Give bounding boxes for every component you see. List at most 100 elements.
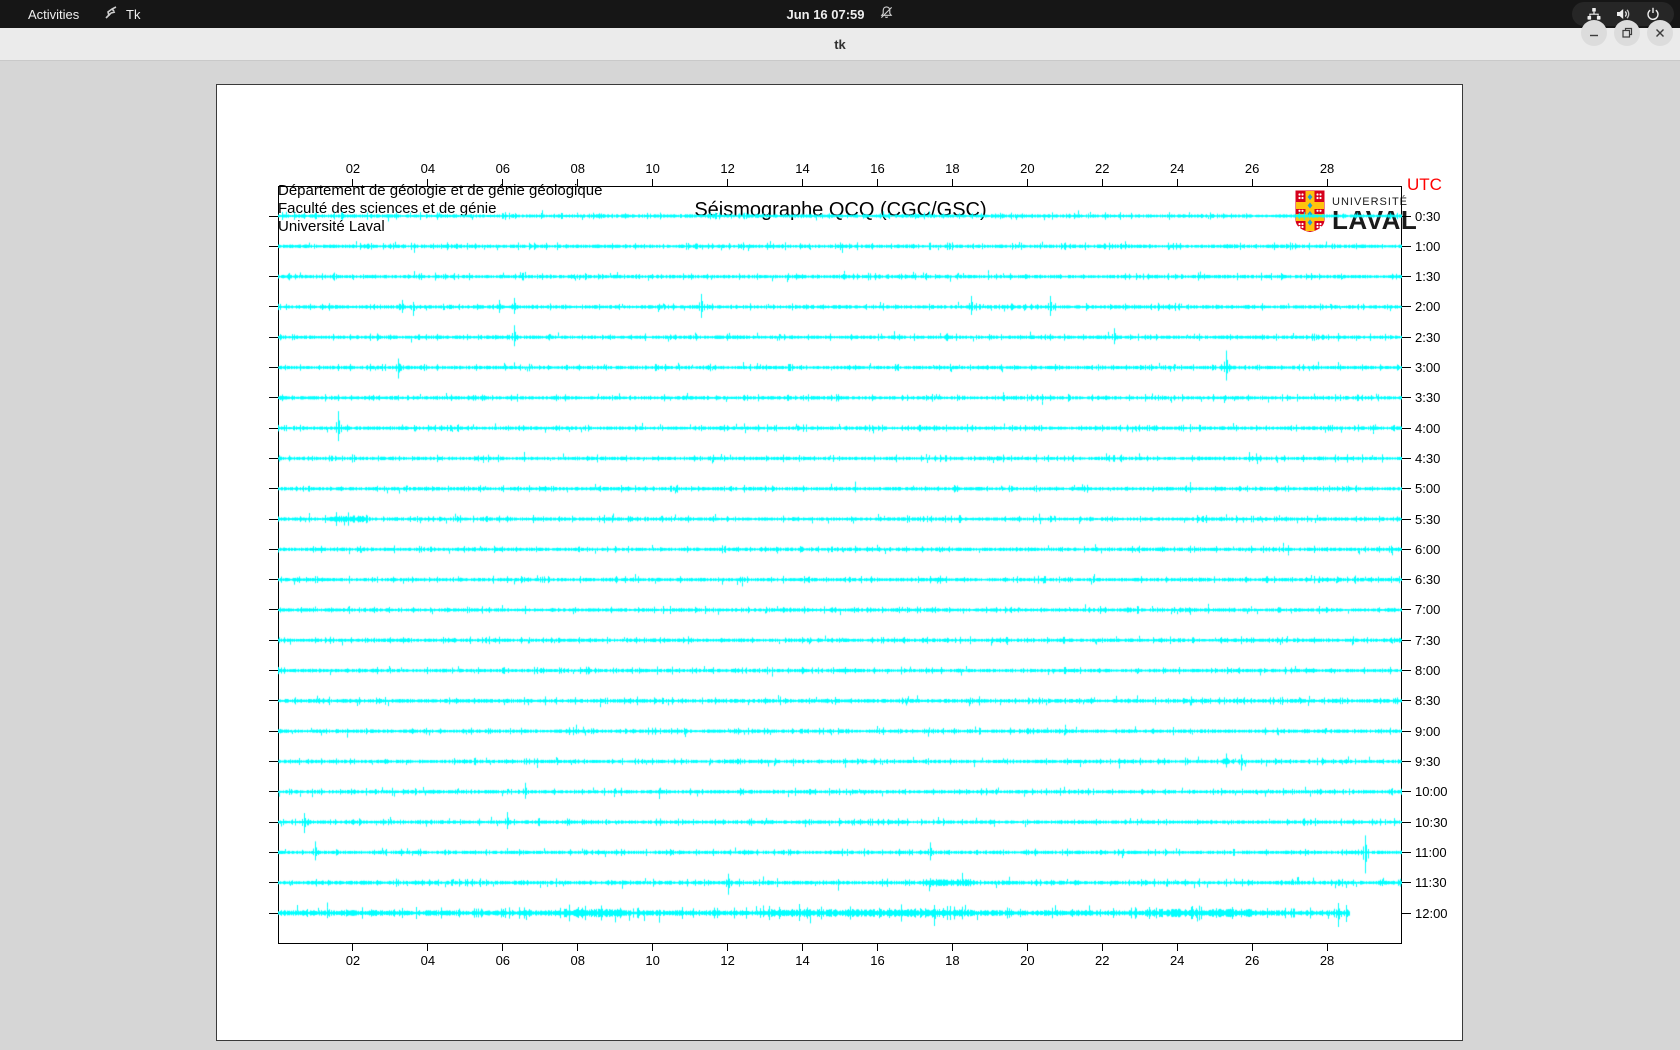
y-tick-left: [269, 548, 278, 550]
y-tick-right: [1402, 457, 1411, 459]
focused-app-indicator[interactable]: Tk: [104, 0, 140, 28]
seismograph-window: Département de géologie et de génie géol…: [216, 84, 1463, 1041]
x-tick-top: [876, 179, 878, 186]
y-tick-left: [269, 488, 278, 490]
notifications-disabled-icon: [879, 5, 894, 23]
x-tick-label-bottom: 12: [720, 953, 735, 968]
x-tick-bottom: [1251, 944, 1253, 951]
x-tick-top: [1176, 179, 1178, 186]
x-tick-bottom: [1326, 944, 1328, 951]
utc-time-label: 3:30: [1415, 390, 1441, 406]
x-tick-top: [1326, 179, 1328, 186]
y-tick-left: [269, 670, 278, 672]
utc-time-label: 8:00: [1415, 663, 1441, 679]
utc-time-label: 12:00: [1415, 905, 1448, 921]
x-tick-bottom: [652, 944, 654, 951]
y-tick-right: [1402, 851, 1411, 853]
y-tick-right: [1402, 912, 1411, 914]
x-tick-label-bottom: 04: [420, 953, 436, 968]
x-tick-label-top: 24: [1169, 161, 1185, 176]
x-tick-label-top: 28: [1319, 161, 1335, 176]
utc-time-label: 0:30: [1415, 208, 1441, 224]
utc-time-label: 8:30: [1415, 693, 1441, 709]
clock-area: Jun 16 07:59: [0, 0, 1680, 28]
utc-time-label: 7:30: [1415, 632, 1441, 648]
x-tick-label-bottom: 18: [945, 953, 960, 968]
maximize-button[interactable]: [1614, 20, 1640, 46]
y-tick-right: [1402, 639, 1411, 641]
y-tick-right: [1402, 367, 1411, 369]
y-tick-left: [269, 276, 278, 278]
y-tick-left: [269, 609, 278, 611]
clock-text[interactable]: Jun 16 07:59: [786, 7, 864, 22]
utc-time-label: 9:30: [1415, 753, 1441, 769]
y-tick-left: [269, 882, 278, 884]
y-tick-left: [269, 639, 278, 641]
x-tick-top: [1251, 179, 1253, 186]
x-tick-label-bottom: 16: [870, 953, 885, 968]
window-title-bar[interactable]: tk: [0, 28, 1680, 61]
y-tick-right: [1402, 488, 1411, 490]
y-tick-left: [269, 245, 278, 247]
x-tick-bottom: [951, 944, 953, 951]
y-tick-right: [1402, 882, 1411, 884]
utc-axis-header: UTC: [1407, 175, 1442, 194]
x-tick-top: [502, 179, 504, 186]
x-tick-bottom: [802, 944, 804, 951]
y-tick-left: [269, 821, 278, 823]
x-tick-label-bottom: 10: [645, 953, 660, 968]
x-tick-label-bottom: 22: [1095, 953, 1110, 968]
utc-time-label: 1:00: [1415, 238, 1441, 254]
y-tick-right: [1402, 306, 1411, 308]
minimize-button[interactable]: [1581, 20, 1607, 46]
utc-time-label: 7:00: [1415, 602, 1441, 618]
y-tick-left: [269, 730, 278, 732]
y-tick-right: [1402, 609, 1411, 611]
y-tick-right: [1402, 700, 1411, 702]
y-tick-left: [269, 579, 278, 581]
y-tick-right: [1402, 245, 1411, 247]
x-tick-label-bottom: 02: [345, 953, 361, 968]
utc-time-label: 5:30: [1415, 511, 1441, 527]
activities-button[interactable]: Activities: [18, 0, 89, 28]
y-tick-right: [1402, 215, 1411, 217]
y-tick-left: [269, 851, 278, 853]
y-tick-left: [269, 791, 278, 793]
x-tick-label-bottom: 26: [1244, 953, 1260, 968]
utc-time-label: 11:00: [1415, 844, 1447, 860]
utc-time-label: 10:30: [1415, 814, 1448, 830]
x-tick-label-bottom: 28: [1319, 953, 1335, 968]
y-tick-left: [269, 427, 278, 429]
x-tick-label-top: 18: [945, 161, 960, 176]
x-tick-label-top: 04: [420, 161, 436, 176]
utc-time-label: 2:30: [1415, 329, 1441, 345]
x-tick-label-bottom: 24: [1169, 953, 1185, 968]
top-bar: Activities Tk Jun 16 07:59: [0, 0, 1680, 28]
x-tick-top: [577, 179, 579, 186]
x-tick-top: [727, 179, 729, 186]
x-tick-label-top: 20: [1020, 161, 1035, 176]
utc-time-label: 3:00: [1415, 360, 1441, 376]
utc-time-label: 2:00: [1415, 299, 1441, 315]
x-tick-bottom: [427, 944, 429, 951]
close-button[interactable]: [1647, 20, 1673, 46]
y-tick-right: [1402, 821, 1411, 823]
y-tick-right: [1402, 760, 1411, 762]
y-tick-left: [269, 760, 278, 762]
y-tick-right: [1402, 730, 1411, 732]
utc-time-label: 5:00: [1415, 481, 1441, 497]
y-tick-right: [1402, 427, 1411, 429]
x-tick-top: [802, 179, 804, 186]
y-tick-left: [269, 306, 278, 308]
y-tick-right: [1402, 579, 1411, 581]
y-tick-left: [269, 336, 278, 338]
x-tick-label-bottom: 08: [570, 953, 585, 968]
x-tick-label-top: 06: [495, 161, 511, 176]
utc-time-label: 9:00: [1415, 723, 1441, 739]
x-tick-top: [652, 179, 654, 186]
x-tick-top: [951, 179, 953, 186]
x-tick-label-bottom: 20: [1020, 953, 1035, 968]
x-tick-bottom: [727, 944, 729, 951]
x-tick-label-bottom: 06: [495, 953, 511, 968]
y-tick-right: [1402, 518, 1411, 520]
